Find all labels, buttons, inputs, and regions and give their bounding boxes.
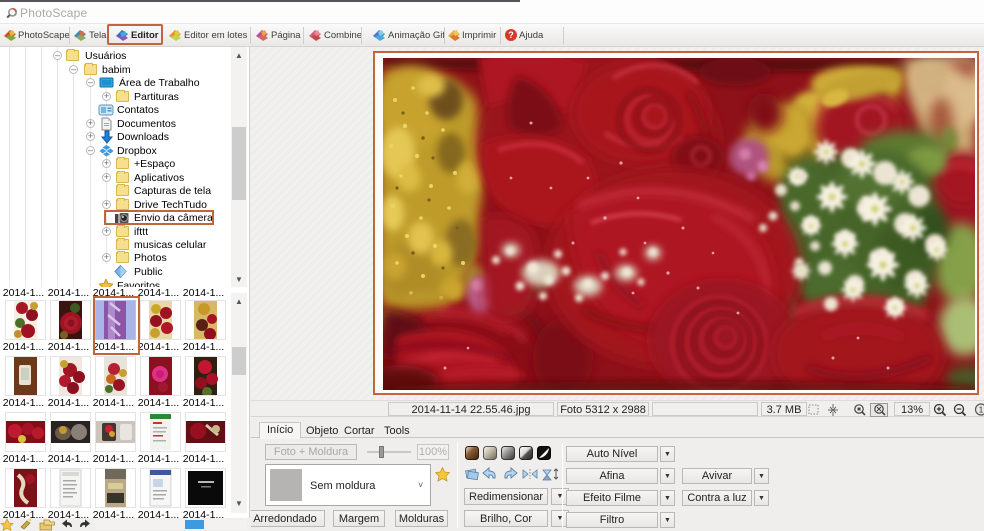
svg-text:1: 1 xyxy=(979,406,984,415)
svg-text:?: ? xyxy=(508,30,514,40)
